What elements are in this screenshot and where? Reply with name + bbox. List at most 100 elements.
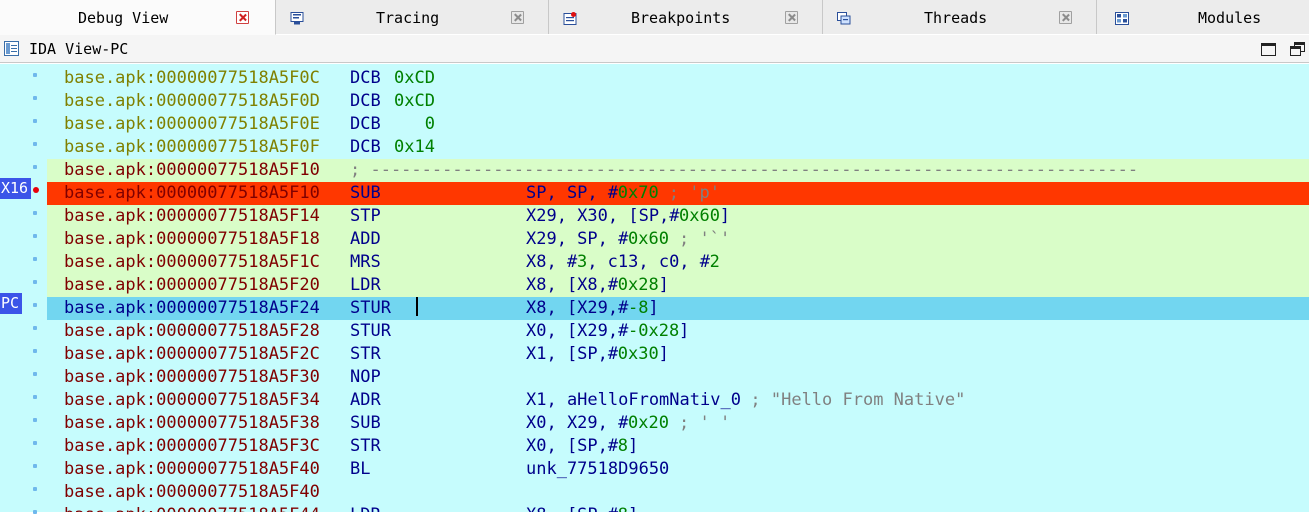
pc-marker[interactable]: PC: [0, 293, 23, 314]
disasm-line[interactable]: base.apk:00000077518A5F18 ADD X29, SP, #0x…: [47, 228, 1309, 251]
disassembly-listing[interactable]: base.apk:00000077518A5F0C DCB 0xCD base.apk…: [47, 64, 1309, 512]
address: base.apk:00000077518A5F0E: [64, 114, 320, 134]
disasm-line[interactable]: base.apk:00000077518A5F40: [47, 481, 1309, 504]
line-dot-icon: [33, 280, 37, 284]
operands: X0, [X29,#: [526, 321, 629, 341]
line-dot-icon: [33, 303, 37, 307]
mnemonic: STP: [350, 206, 381, 226]
disasm-line[interactable]: base.apk:00000077518A5F28 STUR X0, [X29,# -…: [47, 320, 1309, 343]
disasm-line[interactable]: base.apk:00000077518A5F10 ; -------------…: [47, 159, 1309, 182]
comment: ; 'p': [668, 183, 720, 203]
mnemonic: SUB: [350, 413, 381, 433]
separator-comment: ; --------------------------------------…: [350, 160, 1139, 180]
line-dot-icon: [33, 73, 37, 77]
tab-breakpoints[interactable]: Breakpoints: [549, 0, 823, 34]
breakpoint-dot-icon[interactable]: [33, 187, 39, 193]
address: base.apk:00000077518A5F20: [64, 275, 320, 295]
disasm-line[interactable]: base.apk:00000077518A5F44 LDR X8, [SP,#8]: [47, 504, 1309, 512]
disasm-line[interactable]: base.apk:00000077518A5F30 NOP: [47, 366, 1309, 389]
view-title: IDA View-PC: [29, 40, 129, 58]
disasm-line[interactable]: base.apk:00000077518A5F0E DCB 0: [47, 113, 1309, 136]
tab-threads[interactable]: Threads: [823, 0, 1097, 34]
immediate-value: 0x70: [617, 183, 659, 203]
mnemonic: ADR: [350, 390, 381, 410]
address: base.apk:00000077518A5F28: [64, 321, 320, 341]
disasm-line[interactable]: base.apk:00000077518A5F3C STR X0, [SP,# 8]: [47, 435, 1309, 458]
tab-bar: Debug View Tracing Breakpoints Threads M…: [0, 0, 1309, 35]
disasm-line[interactable]: base.apk:00000077518A5F0F DCB 0x14: [47, 136, 1309, 159]
address: base.apk:00000077518A5F2C: [64, 344, 320, 364]
address: base.apk:00000077518A5F30: [64, 367, 320, 387]
comment: ; ' ': [679, 413, 731, 433]
operands: X29, SP, #: [526, 229, 629, 249]
line-dot-icon: [33, 142, 37, 146]
address: base.apk:00000077518A5F1C: [64, 252, 320, 272]
line-dot-icon: [33, 119, 37, 123]
mnemonic: BL: [350, 459, 371, 479]
address: base.apk:00000077518A5F3C: [64, 436, 320, 456]
disasm-line[interactable]: base.apk:00000077518A5F14 STP X29, X30, [S…: [47, 205, 1309, 228]
close-icon[interactable]: [511, 11, 524, 24]
immediate-value: -8: [628, 298, 649, 318]
mnemonic: STUR: [350, 321, 391, 341]
line-dot-icon: [33, 349, 37, 353]
disasm-line[interactable]: base.apk:00000077518A5F0C DCB 0xCD: [47, 67, 1309, 90]
close-icon[interactable]: [785, 11, 798, 24]
operands: X0, [SP,#: [526, 436, 619, 456]
mnemonic: DCB: [350, 68, 381, 88]
disasm-line[interactable]: base.apk:00000077518A5F0D DCB 0xCD: [47, 90, 1309, 113]
disasm-line[interactable]: base.apk:00000077518A5F38 SUB X0, X29, #0x…: [47, 412, 1309, 435]
operands-tail: ]: [658, 344, 669, 364]
operand-value: 0xCD: [394, 91, 435, 111]
immediate-value: 0x60: [628, 229, 669, 249]
modules-icon: [1115, 10, 1129, 25]
mnemonic: MRS: [350, 252, 381, 272]
address: base.apk:00000077518A5F34: [64, 390, 320, 410]
operands: X8, #: [526, 252, 578, 272]
immediate-value: 0x30: [617, 344, 659, 364]
operands-tail: ]: [648, 298, 659, 318]
address: base.apk:00000077518A5F24: [64, 298, 320, 318]
maximize-icon[interactable]: [1261, 43, 1276, 56]
tab-label: Debug View: [78, 9, 169, 27]
tracing-icon: [290, 10, 304, 25]
close-icon[interactable]: [236, 11, 249, 24]
ida-view-icon: [4, 41, 19, 56]
disasm-line[interactable]: base.apk:00000077518A5F40 BL unk_77518D965…: [47, 458, 1309, 481]
line-dot-icon: [33, 418, 37, 422]
operands: SP, SP, #: [526, 183, 619, 203]
address: base.apk:00000077518A5F44: [64, 504, 320, 512]
view-title-bar: IDA View-PC: [0, 35, 1309, 63]
mnemonic: DCB: [350, 114, 381, 134]
mnemonic: DCB: [350, 137, 381, 157]
restore-icon[interactable]: [1290, 42, 1306, 57]
tab-modules[interactable]: Modules: [1097, 0, 1309, 34]
disasm-line[interactable]: base.apk:00000077518A5F34 ADR X1, aHelloFr…: [47, 389, 1309, 412]
x16-register-marker[interactable]: X16: [0, 178, 32, 199]
line-dot-icon: [33, 487, 37, 491]
disasm-line[interactable]: base.apk:00000077518A5F24 STUR X8, [X29,# -…: [47, 297, 1309, 320]
operands: X29, X30, [SP,#: [526, 206, 680, 226]
disasm-line[interactable]: base.apk:00000077518A5F2C STR X1, [SP,# 0x3…: [47, 343, 1309, 366]
disasm-line[interactable]: base.apk:00000077518A5F1C MRS X8, #3, c13,…: [47, 251, 1309, 274]
line-dot-icon: [33, 165, 37, 169]
immediate-value: 3: [577, 252, 588, 272]
comment: ; "Hello From Native": [750, 390, 966, 410]
mnemonic: DCB: [350, 91, 381, 111]
operands-tail: ]: [628, 436, 639, 456]
address: base.apk:00000077518A5F0F: [64, 137, 320, 157]
tab-debug-view[interactable]: Debug View: [0, 0, 276, 35]
disasm-line[interactable]: base.apk:00000077518A5F20 LDR X8, [X8,# 0x2…: [47, 274, 1309, 297]
disassembly-gutter[interactable]: X16 PC: [0, 64, 47, 514]
operands-tail: ]: [628, 504, 638, 512]
address: base.apk:00000077518A5F40: [64, 482, 320, 502]
disasm-line[interactable]: base.apk:00000077518A5F10 SUB SP, SP, #0x7…: [47, 182, 1309, 205]
line-dot-icon: [33, 326, 37, 330]
address: base.apk:00000077518A5F10: [64, 183, 320, 203]
address: base.apk:00000077518A5F40: [64, 459, 320, 479]
tab-tracing[interactable]: Tracing: [276, 0, 549, 34]
mnemonic: STR: [350, 344, 381, 364]
address: base.apk:00000077518A5F10: [64, 160, 320, 180]
immediate-value: 0x20: [628, 413, 669, 433]
close-icon[interactable]: [1059, 11, 1072, 24]
